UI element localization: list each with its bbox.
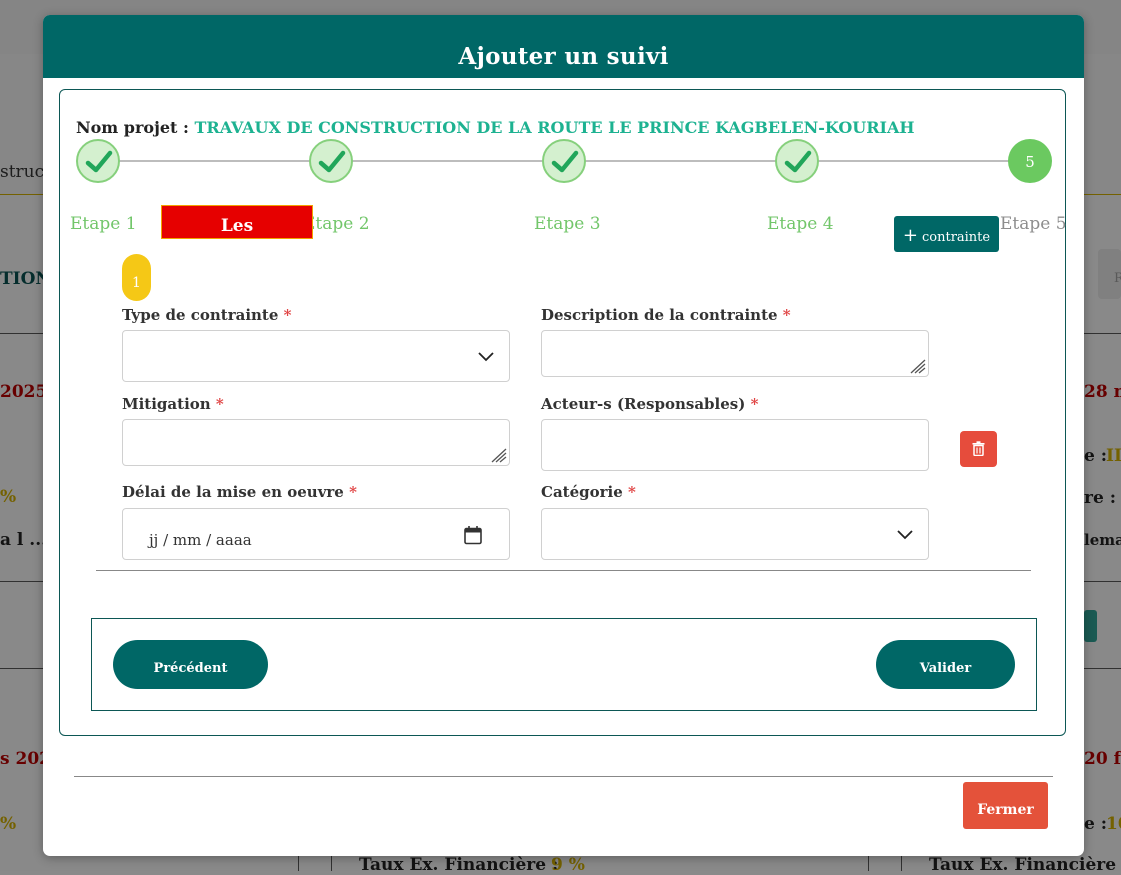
type-contrainte-select[interactable]: [122, 330, 510, 382]
type-contrainte-label: Type de contrainte *: [122, 306, 292, 324]
step-4-indicator[interactable]: [775, 139, 819, 183]
project-name: TRAVAUX DE CONSTRUCTION DE LA ROUTE LE P…: [194, 118, 915, 137]
chevron-down-icon: [897, 530, 913, 540]
acteurs-input[interactable]: [541, 419, 929, 471]
step-5-label[interactable]: Etape 5: [1000, 214, 1067, 234]
acteurs-label: Acteur-s (Responsables) *: [541, 395, 759, 413]
delai-label: Délai de la mise en oeuvre *: [122, 483, 357, 501]
step-4-label[interactable]: Etape 4: [767, 214, 834, 234]
modal-title: Ajouter un suivi: [458, 43, 669, 70]
check-icon: [551, 150, 579, 173]
chevron-down-icon: [478, 352, 494, 362]
required-mark: *: [782, 306, 791, 324]
check-icon: [85, 150, 113, 173]
step-1-label[interactable]: Etape 1: [70, 214, 137, 234]
form-divider: [96, 570, 1031, 571]
wizard-navigation: Précédent Valider: [91, 618, 1037, 711]
calendar-icon[interactable]: [463, 525, 483, 545]
resize-handle-icon[interactable]: [489, 447, 507, 463]
description-contrainte-label: Description de la contrainte *: [541, 306, 791, 324]
step-3-indicator[interactable]: [542, 139, 586, 183]
mitigation-textarea[interactable]: [122, 419, 510, 466]
step-1-indicator[interactable]: [76, 139, 120, 183]
required-mark: *: [750, 395, 759, 413]
step-2-indicator[interactable]: [309, 139, 353, 183]
validate-button[interactable]: Valider: [876, 640, 1015, 689]
required-mark: *: [283, 306, 292, 324]
delete-contrainte-button[interactable]: [960, 431, 997, 467]
required-mark: *: [628, 483, 636, 501]
wizard-container: Nom projet : TRAVAUX DE CONSTRUCTION DE …: [59, 89, 1067, 736]
categorie-select[interactable]: [541, 508, 929, 560]
resize-handle-icon[interactable]: [908, 358, 926, 374]
close-button[interactable]: Fermer: [963, 782, 1048, 829]
add-contrainte-label: contrainte: [921, 230, 991, 245]
description-contrainte-textarea[interactable]: [541, 330, 929, 377]
section-tag-contraintes: Les Contraintes: [161, 205, 313, 276]
mitigation-label: Mitigation *: [122, 395, 224, 413]
add-follow-up-modal: Ajouter un suivi Nom projet : TRAVAUX DE…: [43, 15, 1084, 856]
project-info: Nom projet : TRAVAUX DE CONSTRUCTION DE …: [76, 118, 915, 137]
step-5-indicator[interactable]: 5: [1008, 139, 1052, 183]
required-mark: *: [349, 483, 357, 501]
plus-icon: +: [902, 225, 918, 246]
trash-icon: [972, 441, 985, 456]
constraint-number-badge: 1: [122, 254, 151, 301]
required-mark: *: [215, 395, 224, 413]
modal-header: Ajouter un suivi: [43, 15, 1084, 78]
date-placeholder: jj / mm / aaaa: [149, 531, 252, 549]
check-icon: [784, 150, 812, 173]
delai-date-input[interactable]: jj / mm / aaaa: [122, 508, 510, 560]
check-icon: [318, 150, 346, 173]
footer-divider: [74, 776, 1053, 777]
categorie-label: Catégorie *: [541, 483, 636, 501]
add-contrainte-button[interactable]: + contrainte: [894, 216, 999, 252]
previous-button[interactable]: Précédent: [113, 640, 268, 689]
project-label: Nom projet :: [76, 118, 189, 137]
step-3-label[interactable]: Etape 3: [534, 214, 601, 234]
